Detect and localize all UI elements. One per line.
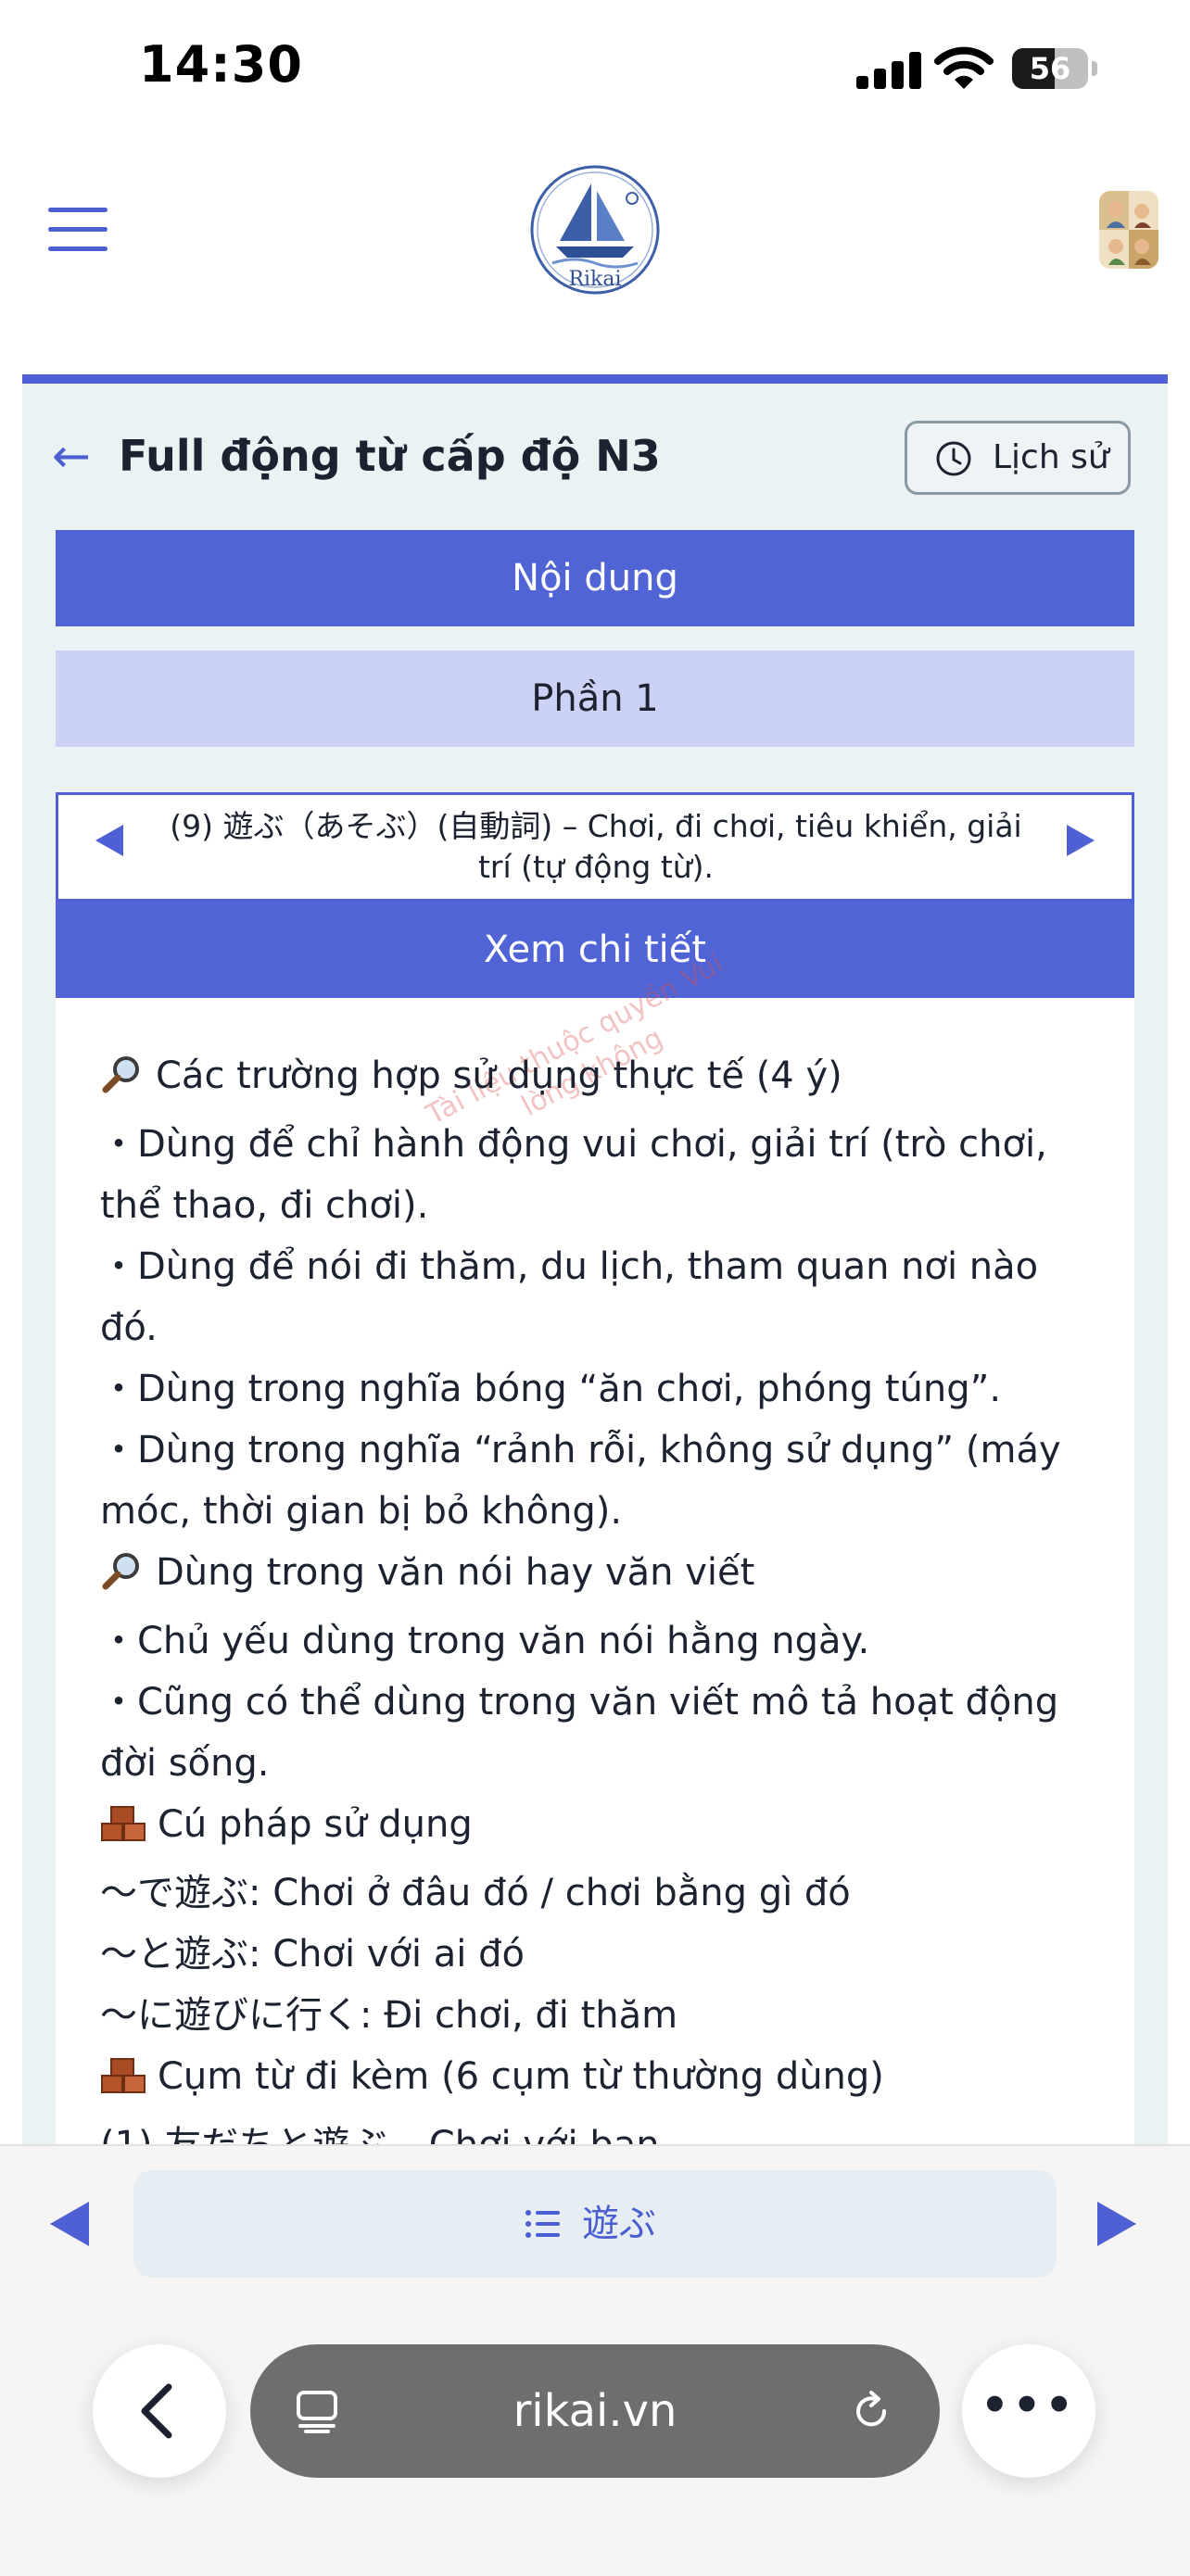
magnifier-icon bbox=[100, 1053, 145, 1114]
detail-content: Các trường hợp sử dụng thực tế (4 ý) ・Dùn… bbox=[100, 1045, 1101, 2237]
triangle-right-icon[interactable] bbox=[1067, 825, 1095, 856]
reload-icon[interactable] bbox=[847, 2387, 895, 2435]
triangle-left-icon[interactable] bbox=[95, 825, 123, 856]
detail-heading: Các trường hợp sử dụng thực tế (4 ý) bbox=[100, 1045, 1101, 1114]
detail-text: Cụm từ đi kèm (6 cụm từ thường dùng) bbox=[158, 2055, 884, 2098]
more-button[interactable]: ••• bbox=[962, 2344, 1095, 2478]
detail-text: ・Dùng trong nghĩa “rảnh rỗi, không sử dụ… bbox=[100, 1429, 1073, 1533]
triangle-left-icon[interactable] bbox=[50, 2202, 89, 2246]
detail-text: ・Cũng có thể dùng trong văn viết mô tả h… bbox=[100, 1681, 1070, 1785]
status-time: 14:30 bbox=[139, 35, 303, 94]
word-list-button[interactable]: 遊ぶ bbox=[133, 2170, 1057, 2278]
rikai-logo[interactable]: Rikai bbox=[528, 163, 662, 297]
page-title: Full động từ cấp độ N3 bbox=[119, 431, 661, 481]
wifi-icon bbox=[934, 46, 994, 89]
triangle-right-icon[interactable] bbox=[1097, 2202, 1136, 2246]
detail-line: ・Dùng để nói đi thăm, du lịch, tham quan… bbox=[100, 1236, 1101, 1358]
hamburger-icon[interactable] bbox=[48, 208, 108, 252]
detail-text: Các trường hợp sử dụng thực tế (4 ý) bbox=[156, 1054, 842, 1097]
detail-text: 〜と遊ぶ: Chơi với ai đó bbox=[100, 1933, 525, 1976]
entry-selector: (9) 遊ぶ（あそぶ）(自動詞) – Chơi, đi chơi, tiêu k… bbox=[56, 792, 1134, 902]
bricks-icon bbox=[100, 1801, 146, 1863]
url-text: rikai.vn bbox=[513, 2385, 677, 2437]
cellular-signal-icon bbox=[856, 52, 921, 89]
more-dots-icon: ••• bbox=[980, 2380, 1078, 2431]
list-icon bbox=[525, 2210, 560, 2238]
tab-content[interactable]: Nội dung bbox=[56, 530, 1134, 626]
tab-part-1[interactable]: Phần 1 bbox=[56, 650, 1134, 747]
view-detail-button[interactable]: Xem chi tiết bbox=[56, 902, 1134, 998]
bricks-icon bbox=[100, 2053, 146, 2115]
arrow-left-icon[interactable]: ← bbox=[52, 428, 91, 484]
browser-back-button[interactable] bbox=[93, 2344, 226, 2478]
address-bar[interactable]: rikai.vn bbox=[250, 2344, 940, 2478]
chevron-left-icon bbox=[141, 2383, 172, 2439]
logo-wordmark: Rikai bbox=[568, 268, 621, 291]
detail-text: Dùng trong văn nói hay văn viết bbox=[156, 1551, 755, 1594]
detail-line: ・Cũng có thể dùng trong văn viết mô tả h… bbox=[100, 1672, 1101, 1794]
detail-text: ・Dùng để chỉ hành động vui chơi, giải tr… bbox=[100, 1123, 1059, 1227]
detail-text: ・Dùng để nói đi thăm, du lịch, tham quan… bbox=[100, 1245, 1050, 1349]
clock-icon bbox=[936, 441, 971, 476]
status-bar: 14:30 56 bbox=[0, 0, 1190, 139]
detail-heading: Cụm từ đi kèm (6 cụm từ thường dùng) bbox=[100, 2046, 1101, 2115]
detail-line: ・Dùng trong nghĩa “rảnh rỗi, không sử dụ… bbox=[100, 1420, 1101, 1542]
detail-line: ・Chủ yếu dùng trong văn nói hằng ngày. bbox=[100, 1610, 1101, 1672]
magnifier-icon bbox=[100, 1549, 145, 1610]
header-divider bbox=[22, 374, 1168, 384]
battery-percent: 56 bbox=[1029, 51, 1071, 86]
entry-title: (9) 遊ぶ（あそぶ）(自動詞) – Chơi, đi chơi, tiêu k… bbox=[170, 808, 1022, 885]
detail-text: Cú pháp sử dụng bbox=[158, 1803, 473, 1846]
detail-line: 〜と遊ぶ: Chơi với ai đó bbox=[100, 1924, 1101, 1985]
detail-text: ・Dùng trong nghĩa bóng “ăn chơi, phóng t… bbox=[100, 1368, 1002, 1410]
detail-heading: Cú pháp sử dụng bbox=[100, 1794, 1101, 1863]
detail-text: 〜で遊ぶ: Chơi ở đâu đó / chơi bằng gì đó bbox=[100, 1872, 851, 1914]
battery-icon: 56 bbox=[1012, 48, 1097, 89]
detail-line: ・Dùng để chỉ hành động vui chơi, giải tr… bbox=[100, 1114, 1101, 1236]
word-list-label: 遊ぶ bbox=[582, 2203, 656, 2245]
detail-heading: Dùng trong văn nói hay văn viết bbox=[100, 1542, 1101, 1610]
detail-text: 〜に遊びに行く: Đi chơi, đi thăm bbox=[100, 1994, 678, 2037]
detail-text: ・Chủ yếu dùng trong văn nói hằng ngày. bbox=[100, 1620, 870, 1662]
history-label: Lịch sử bbox=[993, 438, 1109, 476]
detail-line: ・Dùng trong nghĩa bóng “ăn chơi, phóng t… bbox=[100, 1358, 1101, 1420]
avatar[interactable] bbox=[1099, 191, 1158, 269]
history-button[interactable]: Lịch sử bbox=[905, 421, 1131, 495]
detail-line: 〜で遊ぶ: Chơi ở đâu đó / chơi bằng gì đó bbox=[100, 1863, 1101, 1924]
detail-line: 〜に遊びに行く: Đi chơi, đi thăm bbox=[100, 1985, 1101, 2046]
